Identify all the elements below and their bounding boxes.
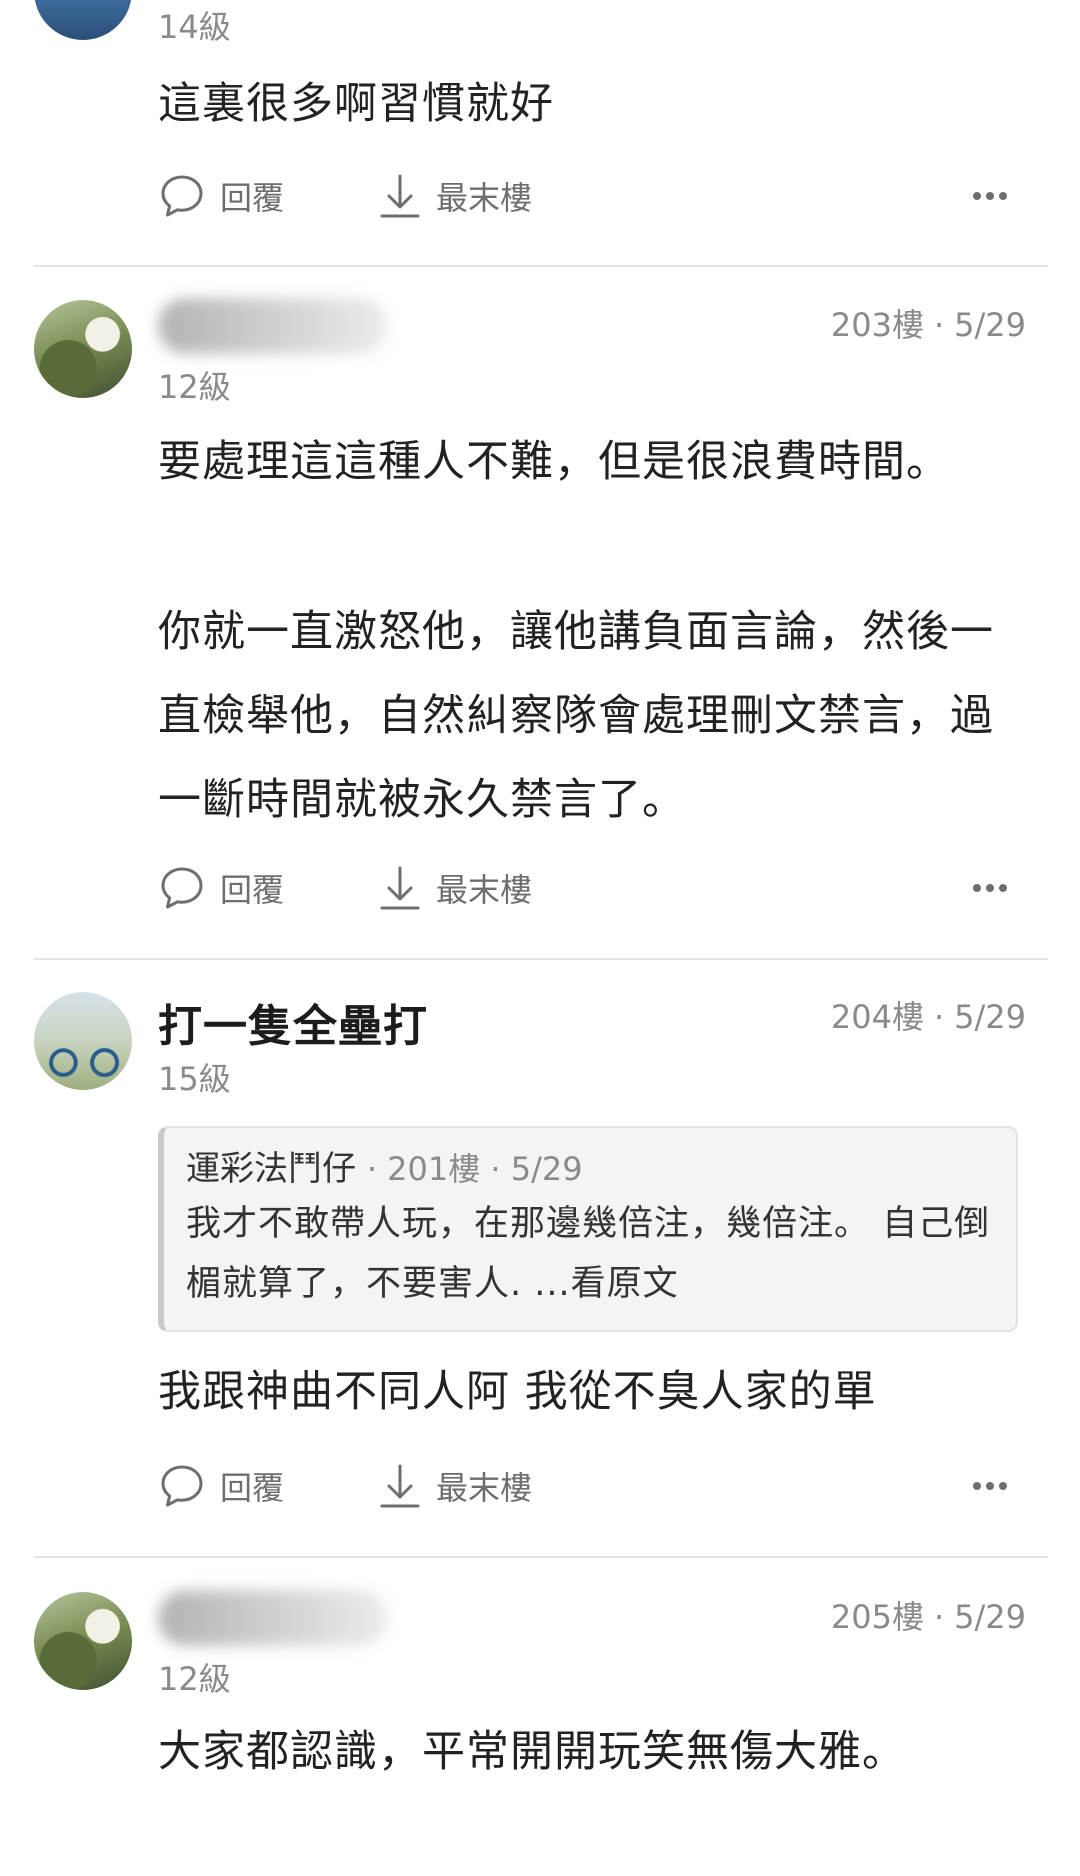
- user-level: 15級: [158, 1060, 231, 1098]
- user-level: 12級: [158, 368, 231, 406]
- reply-button[interactable]: 回覆: [158, 858, 284, 918]
- user-name-blurred[interactable]: [158, 298, 388, 354]
- post-meta: 203樓 · 5/29: [830, 306, 1026, 344]
- arrow-down-to-line-icon: [380, 1464, 420, 1508]
- divider: [34, 958, 1048, 960]
- avatar[interactable]: [34, 300, 132, 398]
- floor-number: 204樓: [830, 998, 924, 1036]
- floor-number: 205樓: [830, 1598, 924, 1636]
- reply-button[interactable]: 回覆: [158, 1456, 284, 1516]
- quote-date: 5/29: [510, 1150, 583, 1188]
- last-floor-button[interactable]: 最末樓: [378, 1456, 532, 1516]
- post-actions: 回覆 最末樓: [158, 858, 1008, 918]
- last-floor-label: 最末樓: [436, 179, 533, 217]
- reply-label: 回覆: [220, 871, 285, 909]
- post-meta: 205樓 · 5/29: [830, 1598, 1026, 1636]
- floor-number: 203樓: [830, 306, 924, 344]
- quote-header: 運彩法鬥仔 · 201樓 · 5/29: [186, 1144, 992, 1194]
- arrow-down-to-line-icon: [380, 174, 420, 218]
- quote-floor: 201樓: [387, 1150, 481, 1188]
- user-name-blurred[interactable]: [158, 1590, 388, 1646]
- more-button[interactable]: [972, 166, 1008, 226]
- post-date: 5/29: [954, 1598, 1026, 1636]
- post-actions: 回覆 最末樓: [158, 166, 1008, 226]
- reply-label: 回覆: [220, 179, 285, 217]
- quote-text: 我才不敢帶人玩，在那邊幾倍注，幾倍注。 自己倒楣就算了，不要害人. ...看原文: [186, 1204, 991, 1304]
- post-text-paragraph-1: 要處理這這種人不難，但是很浪費時間。: [158, 437, 950, 487]
- post-meta: 204樓 · 5/29: [830, 998, 1026, 1036]
- divider: [34, 265, 1048, 267]
- post-text: 大家都認識，平常開開玩笑無傷大雅。: [158, 1727, 906, 1777]
- post-date: 5/29: [954, 306, 1026, 344]
- arrow-down-to-line-icon: [380, 866, 420, 910]
- reply-label: 回覆: [220, 1469, 285, 1507]
- avatar[interactable]: [34, 0, 132, 40]
- quote-author: 運彩法鬥仔: [186, 1149, 356, 1189]
- user-level: 12級: [158, 1660, 231, 1698]
- post-actions: 回覆 最末樓: [158, 1456, 1008, 1516]
- avatar[interactable]: [34, 1592, 132, 1690]
- quoted-reply[interactable]: 運彩法鬥仔 · 201樓 · 5/29 我才不敢帶人玩，在那邊幾倍注，幾倍注。 …: [158, 1126, 1018, 1332]
- reply-button[interactable]: 回覆: [158, 166, 284, 226]
- last-floor-label: 最末樓: [436, 1469, 533, 1507]
- post-text-paragraph-2: 你就一直激怒他，讓他講負面言論，然後一直檢舉他，自然糾察隊會處理刪文禁言，過一斷…: [158, 607, 994, 825]
- post-text: 這裏很多啊習慣就好: [158, 79, 554, 129]
- comment-bubble-icon: [161, 1465, 203, 1507]
- comment-bubble-icon: [161, 867, 203, 909]
- more-horizontal-icon: [973, 884, 1007, 892]
- user-level: 14級: [158, 8, 231, 46]
- comment-bubble-icon: [161, 175, 203, 217]
- last-floor-button[interactable]: 最末樓: [378, 166, 532, 226]
- divider: [34, 1556, 1048, 1558]
- post-date: 5/29: [954, 998, 1026, 1036]
- avatar[interactable]: [34, 992, 132, 1090]
- more-button[interactable]: [972, 1456, 1008, 1516]
- more-horizontal-icon: [973, 1482, 1007, 1490]
- post-text: 我跟神曲不同人阿 我從不臭人家的單: [158, 1367, 877, 1417]
- quote-meta: · 201樓 · 5/29: [366, 1150, 583, 1188]
- more-button[interactable]: [972, 858, 1008, 918]
- more-horizontal-icon: [973, 192, 1007, 200]
- user-name[interactable]: 打一隻全壘打: [158, 990, 428, 1054]
- last-floor-label: 最末樓: [436, 871, 533, 909]
- last-floor-button[interactable]: 最末樓: [378, 858, 532, 918]
